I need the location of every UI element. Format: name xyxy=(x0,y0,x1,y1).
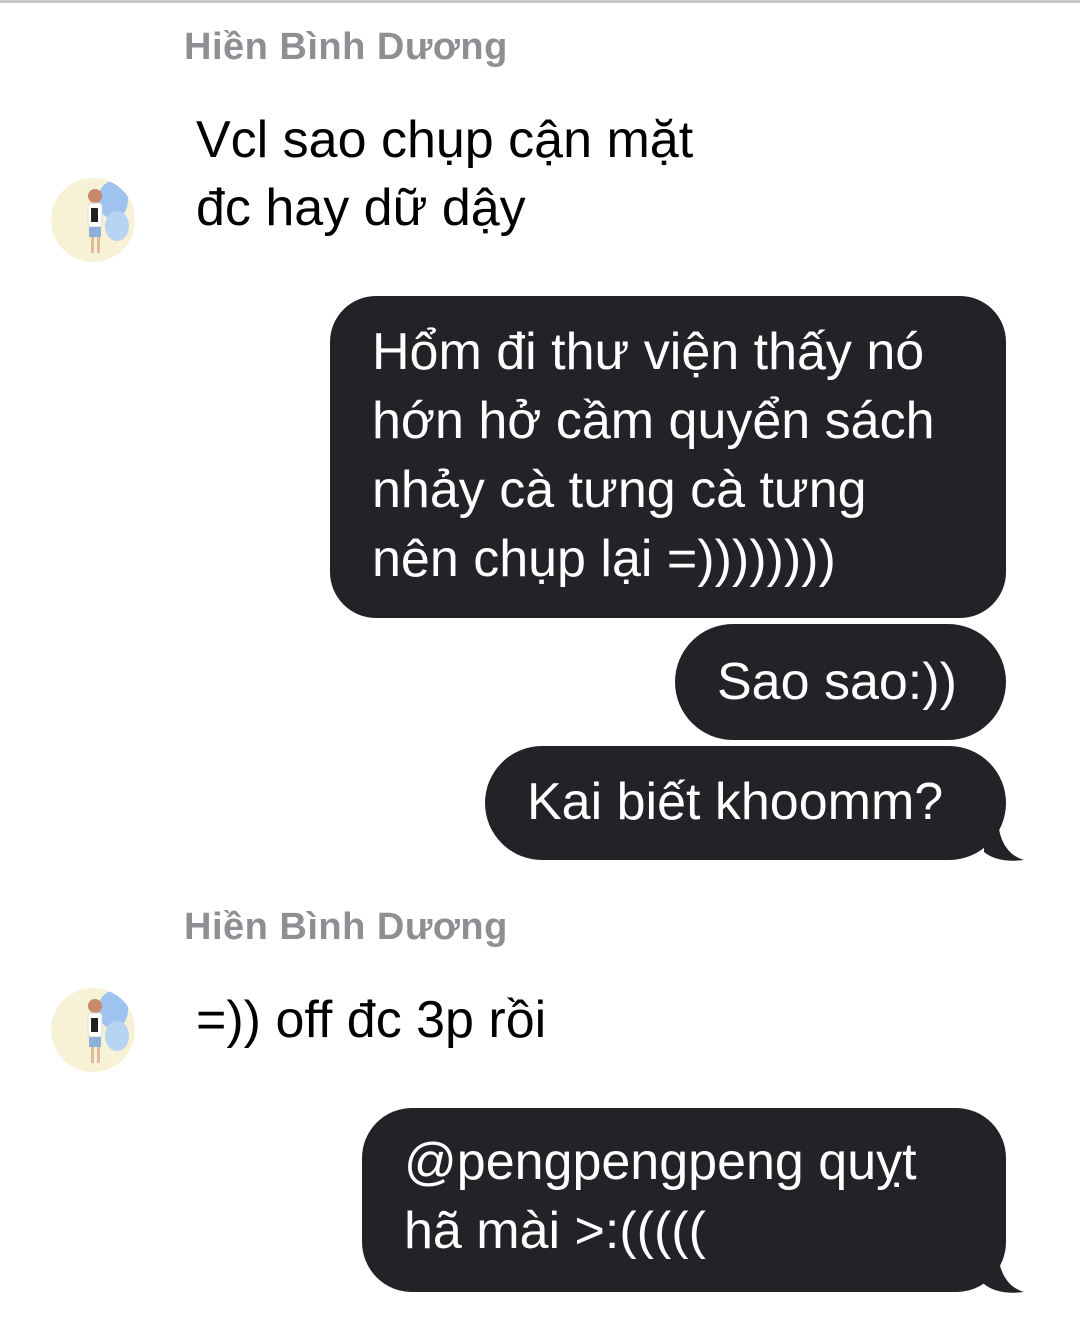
sender-avatar-icon[interactable] xyxy=(51,988,135,1072)
bubble-tail-icon xyxy=(984,822,1024,861)
message-line: hớn hở cầm quyển sách xyxy=(372,392,935,450)
top-divider xyxy=(0,0,1080,3)
outgoing-message-bubble[interactable]: @pengpengpeng quỵt hã mài >:((((( xyxy=(362,1108,1006,1292)
message-line: nên chụp lại =)))))))) xyxy=(372,530,836,588)
message-line: hã mài >:((((( xyxy=(404,1202,706,1260)
message-line: Vcl sao chụp cận mặt xyxy=(196,111,694,169)
message-line: đc hay dữ dậy xyxy=(196,179,526,237)
message-line: Kai biết khoomm? xyxy=(527,773,944,831)
message-line: @pengpengpeng quỵt xyxy=(404,1133,917,1191)
sender-avatar-icon[interactable] xyxy=(51,178,135,262)
avatar-photo-icon xyxy=(87,991,129,1063)
message-line: nhảy cà tưng cà tưng xyxy=(372,461,867,519)
outgoing-message-bubble[interactable]: Kai biết khoomm? xyxy=(485,746,1006,860)
incoming-message[interactable]: =)) off đc 3p rồi xyxy=(196,986,546,1054)
bubble-tail-icon xyxy=(984,1254,1024,1293)
avatar-photo-icon xyxy=(87,181,129,253)
outgoing-message-bubble[interactable]: Hổm đi thư viện thấy nó hớn hở cầm quyển… xyxy=(330,296,1006,618)
sender-name: Hiền Bình Dương xyxy=(184,26,508,68)
sender-name: Hiền Bình Dương xyxy=(184,906,508,948)
outgoing-message-bubble[interactable]: Sao sao:)) xyxy=(675,624,1006,740)
incoming-message[interactable]: Vcl sao chụp cận mặt đc hay dữ dậy xyxy=(196,106,693,242)
message-line: Sao sao:)) xyxy=(717,653,957,711)
message-line: =)) off đc 3p rồi xyxy=(196,991,547,1049)
message-line: Hổm đi thư viện thấy nó xyxy=(372,323,925,381)
